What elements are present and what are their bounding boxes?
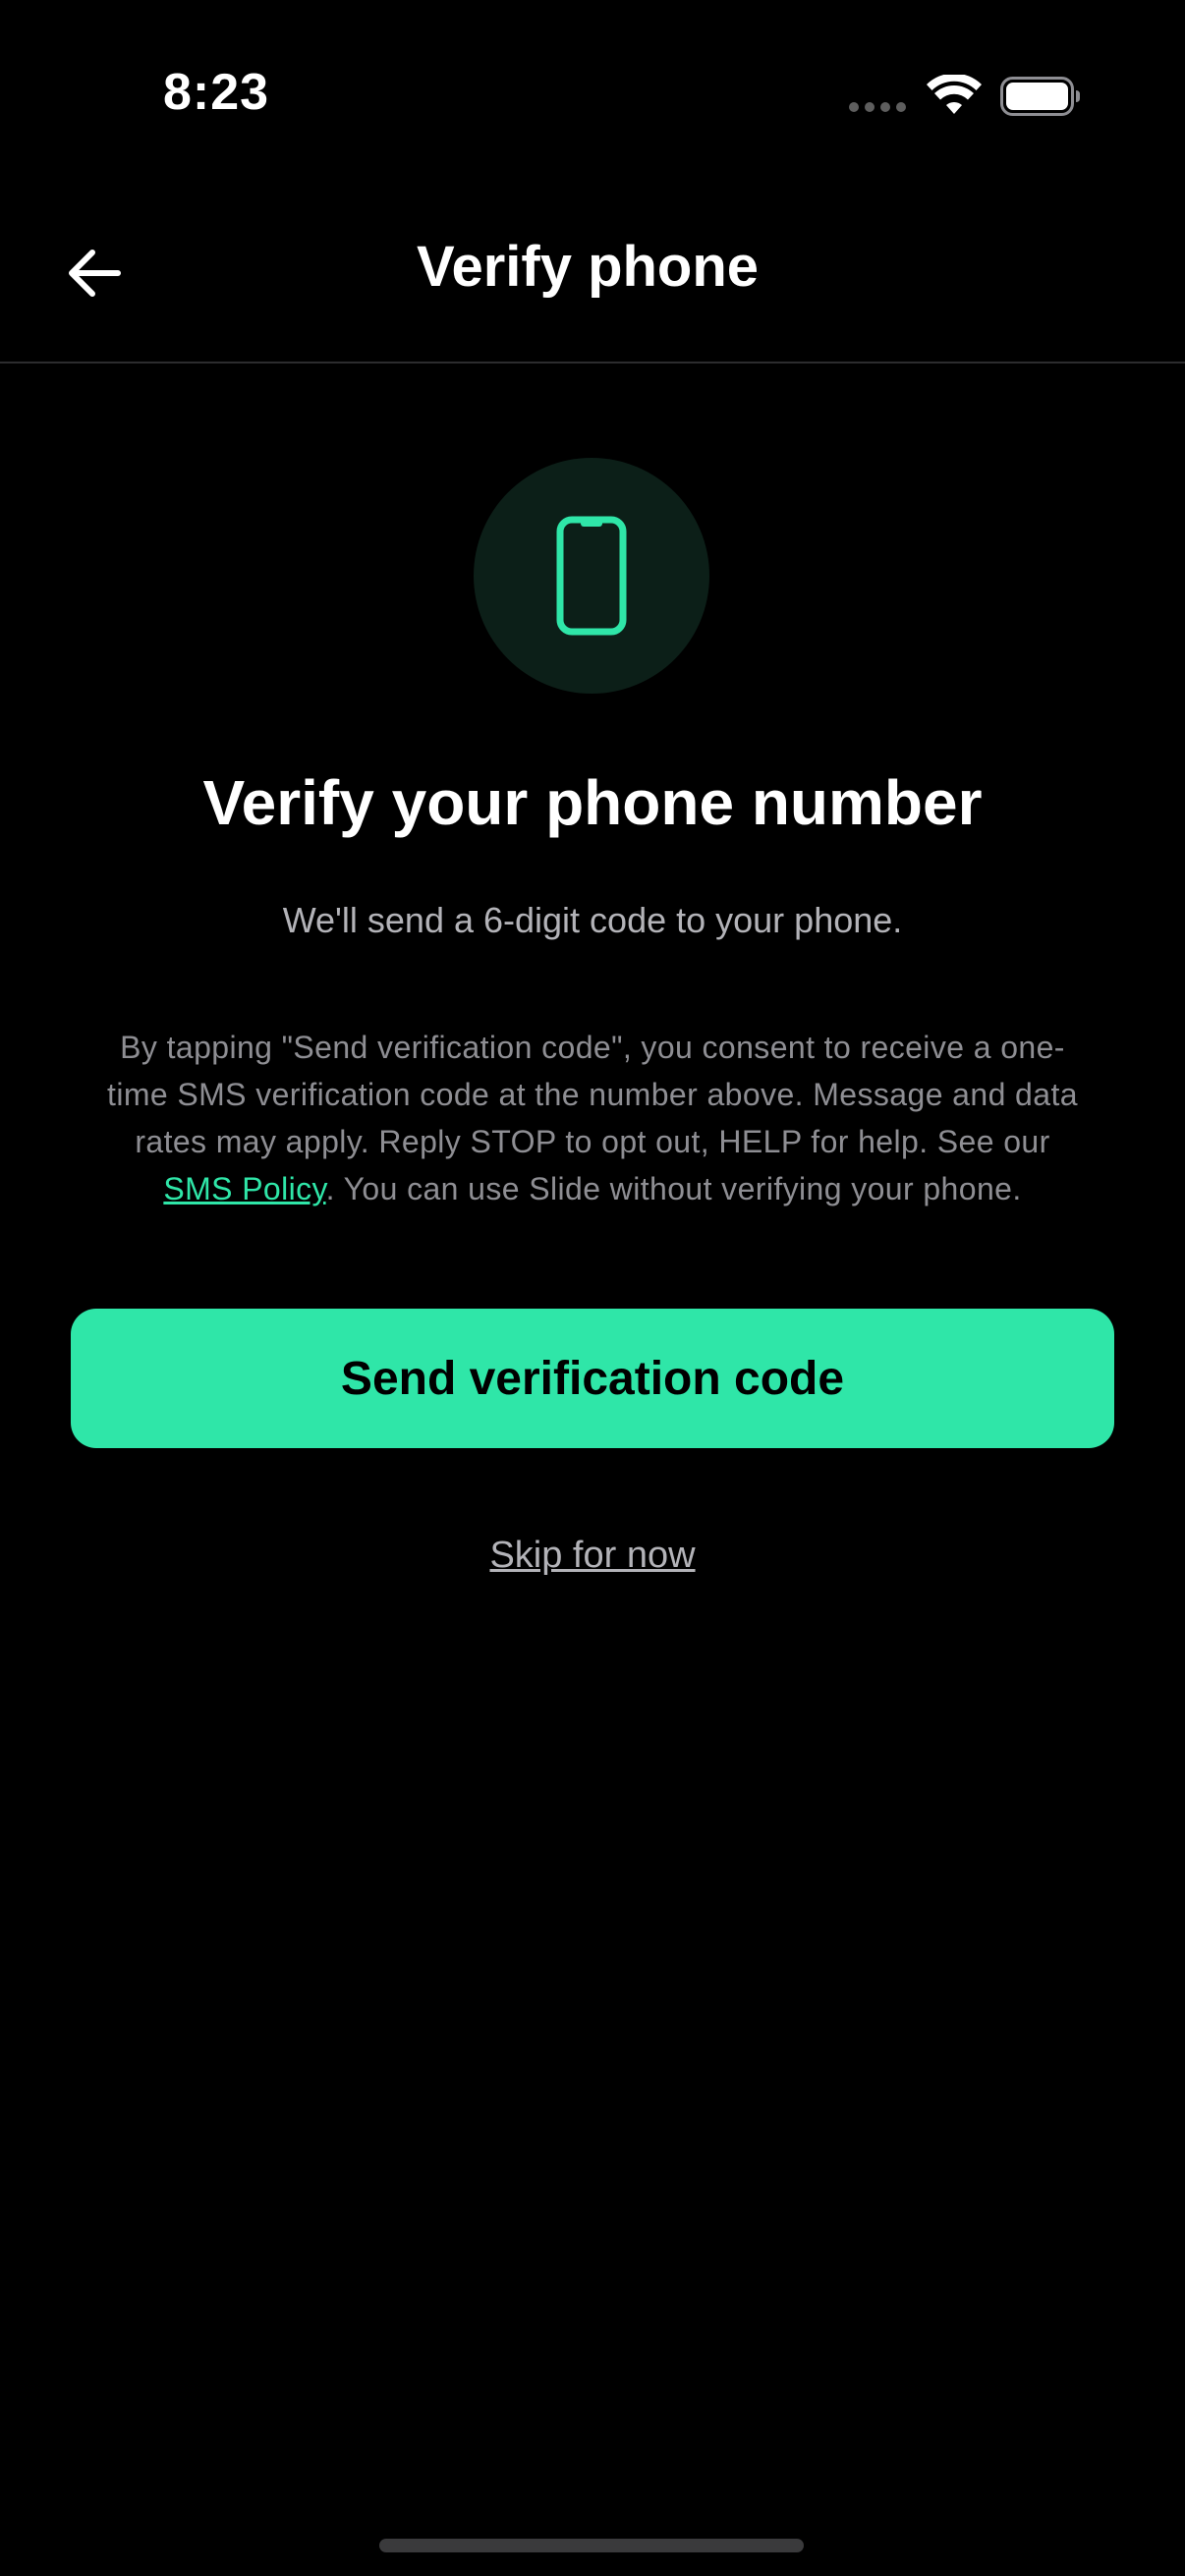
sms-consent-text: By tapping "Send verification code", you… bbox=[98, 1024, 1087, 1212]
nav-bar: Verify phone bbox=[0, 187, 1185, 364]
heading: Verify your phone number bbox=[202, 767, 983, 838]
phone-icon-badge bbox=[474, 458, 709, 694]
cellular-signal-icon bbox=[849, 102, 906, 112]
home-indicator bbox=[379, 2539, 804, 2552]
consent-text-before: By tapping "Send verification code", you… bbox=[107, 1030, 1078, 1159]
send-verification-code-button[interactable]: Send verification code bbox=[71, 1309, 1114, 1448]
wifi-icon bbox=[927, 75, 982, 114]
status-time: 8:23 bbox=[163, 64, 270, 121]
skip-for-now-link[interactable]: Skip for now bbox=[0, 1535, 1185, 1577]
smartphone-icon bbox=[556, 516, 627, 636]
status-bar: 8:23 bbox=[0, 0, 1185, 187]
consent-text-after: . You can use Slide without verifying yo… bbox=[325, 1171, 1022, 1206]
subheading: We'll send a 6-digit code to your phone. bbox=[282, 900, 903, 940]
sms-policy-link[interactable]: SMS Policy bbox=[163, 1171, 325, 1206]
battery-icon bbox=[1000, 77, 1080, 116]
page-title: Verify phone bbox=[416, 235, 760, 299]
skip-for-now-label[interactable]: Skip for now bbox=[489, 1535, 695, 1576]
